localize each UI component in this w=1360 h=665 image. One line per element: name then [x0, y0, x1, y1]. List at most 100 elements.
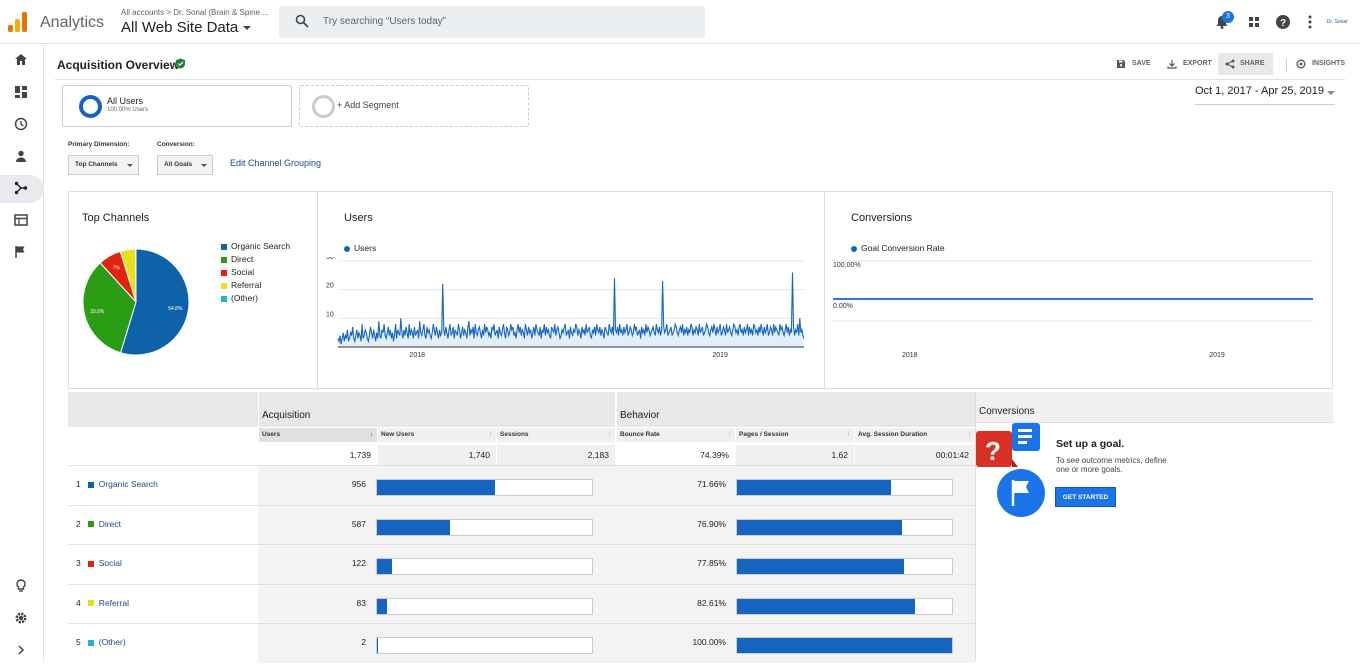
users-value: 956 [258, 479, 366, 489]
users-bar [376, 519, 593, 536]
segment-all-users[interactable]: All Users 100.00% Users [62, 85, 292, 127]
nav-audience[interactable] [0, 143, 44, 171]
total-bounce-rate: 74.39% [617, 445, 735, 465]
insights-label: INSIGHTS [1312, 60, 1345, 67]
legend-label: Direct [231, 254, 253, 264]
conversions-title: Conversions [851, 212, 912, 224]
account-avatar[interactable]: Dr. Sonal [1326, 12, 1348, 32]
legend-swatch [221, 257, 227, 263]
legend-swatch [221, 270, 227, 276]
export-label: EXPORT [1183, 60, 1212, 67]
insights-button[interactable]: INSIGHTS [1296, 53, 1345, 75]
conversions-line-chart: 100.00%0.00%20182019 [825, 257, 1333, 367]
col-new-users[interactable]: New Users↕ [378, 428, 496, 442]
search-icon [295, 14, 309, 28]
empty-segment-icon [312, 95, 335, 118]
x-tick-label: 2019 [1209, 352, 1225, 359]
y-tick-label: 100.00% [833, 262, 861, 269]
table-row[interactable]: 2Direct58776.90% [68, 505, 975, 544]
channel-link[interactable]: Organic Search [99, 479, 158, 489]
users-title: Users [344, 212, 373, 224]
nav-conversions[interactable] [0, 239, 44, 267]
nav-acquisition[interactable] [0, 175, 44, 203]
table-row[interactable]: 4Referral8382.61% [68, 584, 975, 623]
col-avg-session-duration[interactable]: Avg. Session Duration↕ [855, 428, 975, 442]
search-bar[interactable]: Try searching “Users today” [279, 6, 705, 38]
bounce-value: 77.85% [616, 558, 726, 568]
lightbulb-icon [14, 579, 28, 593]
save-label: SAVE [1132, 60, 1151, 67]
col-avg-session-duration-label: Avg. Session Duration [858, 431, 927, 438]
nav-realtime[interactable] [0, 111, 44, 139]
row-label: 4Referral [76, 598, 129, 608]
analytics-logo-icon[interactable] [8, 12, 28, 32]
table-row[interactable]: 5(Other)2100.00% [68, 623, 975, 662]
x-tick-label: 2018 [902, 352, 918, 359]
more-vert-icon[interactable] [1302, 14, 1318, 30]
users-bar-fill [377, 559, 392, 574]
pie-slice-label: 54.8% [168, 306, 183, 312]
bounce-bar [736, 519, 953, 536]
download-icon [1167, 59, 1177, 69]
users-line-chart: 10203020182019 [318, 257, 824, 367]
channel-link[interactable]: Direct [99, 519, 121, 529]
nav-behavior[interactable] [0, 207, 44, 235]
channel-swatch [88, 482, 94, 488]
notification-badge: 3 [1222, 11, 1234, 23]
primary-dimension-label: Primary Dimension: [68, 141, 129, 148]
channel-link[interactable]: (Other) [99, 637, 126, 647]
insights-icon [1296, 59, 1306, 69]
conversions-legend-label: Goal Conversion Rate [861, 243, 945, 253]
breadcrumb[interactable]: All accounts > Dr. Sonal (Brain & Spine … [121, 8, 269, 17]
nav-admin[interactable] [0, 605, 44, 633]
date-range-picker[interactable]: Oct 1, 2017 - Apr 25, 2019 [1195, 85, 1335, 105]
users-bar [376, 637, 593, 654]
users-value: 122 [258, 558, 366, 568]
table-row[interactable]: 1Organic Search95671.66% [68, 465, 975, 504]
col-pages-session[interactable]: Pages / Session↕ [736, 428, 854, 442]
legend-label: Referral [231, 280, 261, 290]
users-legend: Users [344, 242, 376, 255]
total-new-users: 1,740 [378, 445, 496, 465]
export-button[interactable]: EXPORT [1167, 53, 1212, 75]
primary-dimension-dropdown[interactable]: Top Channels [68, 155, 139, 175]
users-bar-fill [377, 599, 387, 614]
nav-customization[interactable] [0, 79, 44, 107]
table-row[interactable]: 3Social12277.85% [68, 544, 975, 583]
goal-title: Set up a goal. [1056, 438, 1124, 450]
conversion-dropdown[interactable]: All Goals [157, 155, 213, 175]
conversions-label: Conversions [979, 406, 1035, 417]
apps-grid-icon[interactable] [1246, 14, 1262, 30]
app-name: Analytics [40, 14, 104, 32]
view-selector[interactable]: All Web Site Data [121, 19, 251, 36]
get-started-button[interactable]: GET STARTED [1055, 487, 1116, 507]
header-divider [1286, 58, 1287, 72]
col-bounce-rate[interactable]: Bounce Rate↕ [617, 428, 735, 442]
channel-link[interactable]: Referral [99, 598, 129, 608]
flag-icon [14, 245, 28, 259]
users-legend-label: Users [354, 243, 376, 253]
nav-home[interactable] [0, 47, 44, 75]
nav-discover[interactable] [0, 573, 44, 601]
col-users[interactable]: Users↓ [259, 428, 377, 442]
conversion-value: All Goals [164, 161, 192, 168]
share-button[interactable]: SHARE [1218, 53, 1273, 75]
edit-channel-grouping-link[interactable]: Edit Channel Grouping [230, 158, 321, 168]
help-icon[interactable]: ? [1275, 14, 1291, 30]
channel-swatch [88, 561, 94, 567]
sort-icon: ↕ [847, 428, 850, 442]
add-segment-button[interactable]: + Add Segment [299, 85, 529, 127]
legend-dot-icon [851, 246, 857, 252]
goal-setup-card: ? Set up a goal. To see outcome metrics,… [976, 422, 1334, 661]
conversion-label: Conversion: [157, 141, 195, 148]
col-sessions[interactable]: Sessions↕ [497, 428, 615, 442]
bounce-value: 100.00% [616, 637, 726, 647]
bounce-value: 76.90% [616, 519, 726, 529]
save-button[interactable]: SAVE [1116, 53, 1151, 75]
channel-link[interactable]: Social [99, 558, 122, 568]
sort-icon: ↕ [489, 428, 492, 442]
report-header: Acquisition Overview SAVE EXPORT SHARE I… [55, 45, 1345, 80]
row-index: 2 [76, 519, 81, 529]
date-range-text: Oct 1, 2017 - Apr 25, 2019 [1195, 85, 1324, 97]
conversions-panel: Conversions Goal Conversion Rate 100.00%… [825, 192, 1333, 390]
